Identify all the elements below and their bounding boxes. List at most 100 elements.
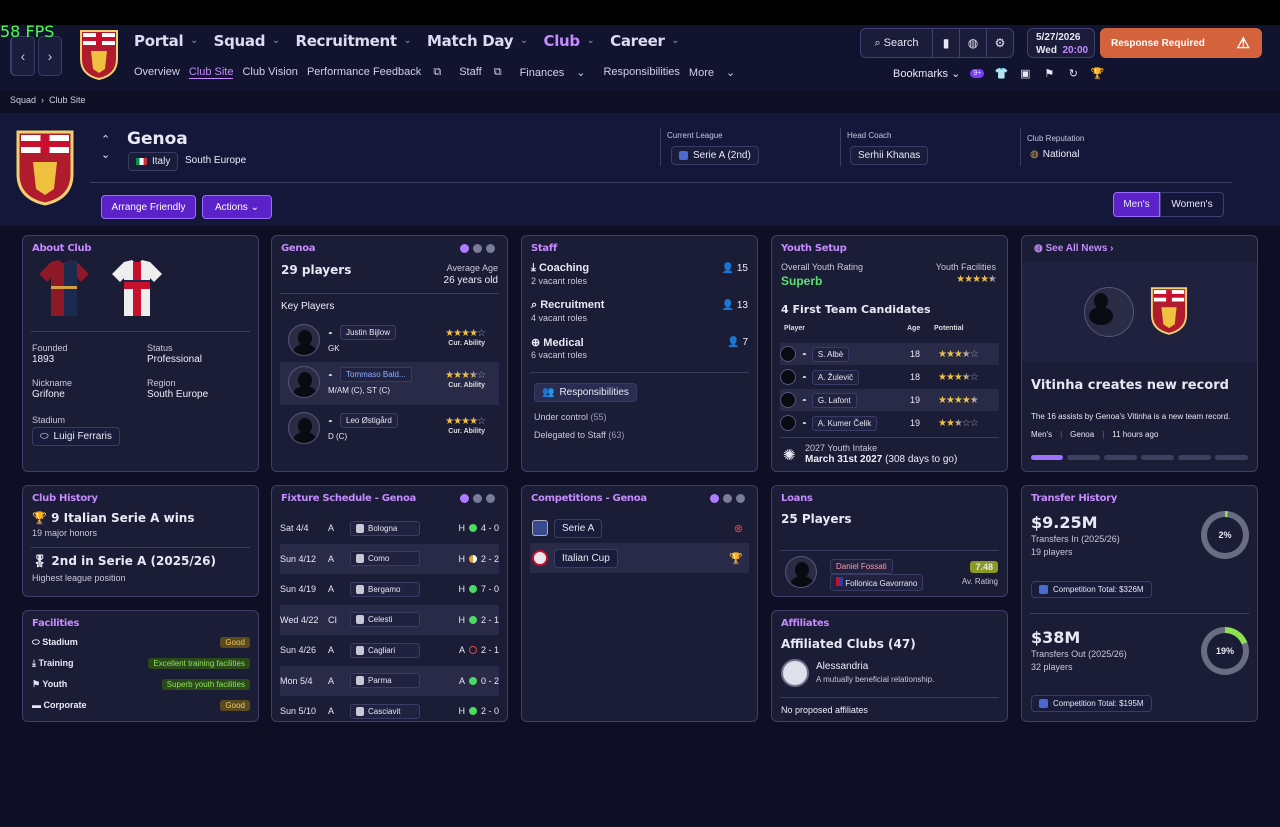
training-icon[interactable]: ⚑: [1042, 67, 1056, 80]
coach-pill[interactable]: Serhii Khanas: [850, 146, 929, 165]
actions-button[interactable]: Actions ⌄: [202, 195, 272, 219]
chevron-down-icon[interactable]: ⌄: [101, 148, 110, 161]
facility-name: Stadium: [42, 637, 78, 647]
intake-date: March 31st 2027 (308 days to go): [805, 454, 957, 465]
nav-match-day[interactable]: Match Day ⌄: [427, 32, 528, 50]
warning-icon: ⚠: [1236, 35, 1250, 52]
staff-count: 👤 7: [727, 337, 748, 348]
fixture-row[interactable]: Mon 5/4 A Parma A 0 - 2: [280, 665, 499, 696]
current-ability-label: Cur. Ability: [448, 340, 485, 347]
opponent-name: Como: [368, 554, 390, 563]
current-ability-stars: ★★★★☆: [445, 328, 486, 339]
fixture-opponent: Casciavit: [350, 703, 420, 719]
pager-dots[interactable]: [460, 494, 495, 503]
subnav-club-site[interactable]: Club Site: [188, 66, 234, 79]
staff-count: 👤 13: [722, 300, 748, 311]
subnav-finances[interactable]: Finances ⌄: [520, 66, 595, 79]
fixture-row[interactable]: Sat 4/4 A Bologna H 4 - 0: [280, 513, 499, 543]
subnav-performance-feedback[interactable]: Performance Feedback ⧉: [307, 66, 450, 79]
nav-portal[interactable]: Portal ⌄: [134, 32, 198, 50]
key-player-name[interactable]: Justin Bijlow: [340, 325, 397, 340]
best-position: 🎖 2nd in Serie A (2025/26): [32, 554, 216, 568]
fixture-row[interactable]: Sun 4/26 A Cagliari A 2 - 1: [280, 635, 499, 665]
staff-group-coaching[interactable]: ⤓ Coaching: [531, 262, 589, 275]
youth-player-row[interactable]: ◓ S. Albè 18 ★★★★☆: [780, 343, 999, 365]
search-button[interactable]: ⌕ Search: [861, 29, 933, 57]
pager-dots[interactable]: [710, 494, 745, 503]
news-pager-active[interactable]: [1031, 455, 1063, 460]
breadcrumb-squad[interactable]: Squad: [10, 95, 36, 105]
competition-row[interactable]: Serie A ⊗: [530, 513, 749, 543]
youth-player-row[interactable]: ◓ G. Lafont 19 ★★★★★: [780, 389, 999, 411]
notifications-icon[interactable]: 9+: [970, 69, 985, 78]
subnav-club-vision[interactable]: Club Vision: [242, 66, 297, 79]
back-button[interactable]: ‹: [11, 36, 35, 76]
tactics-icon[interactable]: ▣: [1018, 67, 1032, 80]
coach-name: Serhii Khanas: [858, 150, 921, 161]
reputation-label: Club Reputation: [1027, 134, 1085, 143]
responsibilities-button[interactable]: 👥 Responsibilities: [534, 383, 637, 402]
subnav-more[interactable]: More ⌄: [689, 66, 744, 79]
youth-player-row[interactable]: ◓ A. Žulevič 18 ★★★★☆: [780, 366, 999, 388]
news-pager[interactable]: [1067, 455, 1100, 460]
fixture-row[interactable]: Sun 5/10 A Casciavit H 2 - 0: [280, 696, 499, 721]
womens-tab[interactable]: Women's: [1160, 192, 1224, 217]
bookmark-icon[interactable]: ▮: [933, 29, 960, 57]
shirt-icon[interactable]: 👕: [994, 67, 1008, 80]
nav-recruitment[interactable]: Recruitment ⌄: [295, 32, 411, 50]
competition-total-out[interactable]: Competition Total: $195M: [1031, 695, 1152, 712]
arrange-friendly-button[interactable]: Arrange Friendly: [101, 195, 196, 219]
chevron-up-icon[interactable]: ⌃: [101, 133, 110, 146]
player-silhouette-icon: [780, 346, 796, 362]
stadium-pill[interactable]: ⬭ Luigi Ferraris: [32, 427, 120, 446]
italy-flag-icon: [136, 158, 147, 165]
forward-button[interactable]: ›: [38, 36, 62, 76]
player-silhouette-icon: [1084, 287, 1134, 337]
fixture-row[interactable]: Wed 4/22 CI Celesti H 2 - 1: [280, 604, 499, 635]
affiliate-club-name[interactable]: Alessandria: [816, 661, 868, 672]
news-headline[interactable]: Vitinha creates new record: [1031, 378, 1229, 393]
subnav-staff[interactable]: Staff ⧉: [459, 66, 510, 79]
news-pager[interactable]: [1104, 455, 1137, 460]
trophy-icon[interactable]: 🏆: [1090, 67, 1104, 80]
date-time-button[interactable]: 5/27/2026 Wed 20:00: [1027, 28, 1095, 58]
country-pill[interactable]: Italy: [128, 152, 179, 171]
staff-group-recruitment[interactable]: ⌕ Recruitment: [531, 299, 604, 312]
key-player-name[interactable]: Tommaso Bald...: [340, 367, 412, 382]
fixture-row[interactable]: Sun 4/19 A Bergamo H 7 - 0: [280, 574, 499, 604]
current-day: Wed: [1036, 45, 1057, 56]
bookmarks-dropdown[interactable]: Bookmarks ⌄: [893, 67, 960, 80]
alessandria-crest-icon: [781, 659, 809, 687]
subnav-responsibilities[interactable]: Responsibilities: [603, 66, 679, 79]
mens-tab[interactable]: Men's: [1113, 192, 1160, 217]
club-crest-icon[interactable]: [79, 29, 119, 81]
pager-dots[interactable]: [460, 244, 495, 253]
youth-player-name: G. Lafont: [811, 392, 857, 408]
nav-career[interactable]: Career ⌄: [610, 32, 679, 50]
league-pill[interactable]: Serie A (2nd): [671, 146, 759, 165]
competition-total-in[interactable]: Competition Total: $326M: [1031, 581, 1152, 598]
nav-club[interactable]: Club ⌄: [544, 32, 595, 50]
see-all-news-link[interactable]: ◍ See All News ›: [1034, 243, 1114, 254]
nav-squad[interactable]: Squad ⌄: [214, 32, 280, 50]
opponent-name: Celesti: [368, 615, 393, 624]
staff-group-medical[interactable]: ⊕ Medical: [531, 336, 584, 349]
loan-player-name[interactable]: Daniel Fossati: [830, 559, 893, 574]
subnav-overview[interactable]: Overview: [134, 66, 180, 79]
refresh-icon[interactable]: ↻: [1066, 67, 1080, 80]
loan-club[interactable]: Follonica Gavorrano: [830, 574, 924, 591]
globe-icon[interactable]: ◍: [960, 29, 987, 57]
fixture-row[interactable]: Sun 4/12 A Como H 2 - 2: [280, 543, 499, 574]
current-ability-label: Cur. Ability: [448, 382, 485, 389]
gear-icon[interactable]: ⚙: [987, 29, 1013, 57]
news-pager[interactable]: [1141, 455, 1174, 460]
key-player-name[interactable]: Leo Østigård: [340, 413, 398, 428]
response-required-button[interactable]: Response Required ⚠: [1100, 28, 1262, 58]
competition-row[interactable]: Italian Cup 🏆: [530, 543, 749, 573]
youth-player-row[interactable]: ◓ A. Kumer Čelik 19 ★★★☆☆: [780, 412, 999, 434]
competitions-card: Competitions - Genoa Serie A ⊗ Italian C…: [521, 485, 758, 722]
current-ability-label: Cur. Ability: [448, 428, 485, 435]
news-pager[interactable]: [1215, 455, 1248, 460]
news-pager[interactable]: [1178, 455, 1211, 460]
player-silhouette-icon: [288, 324, 320, 356]
